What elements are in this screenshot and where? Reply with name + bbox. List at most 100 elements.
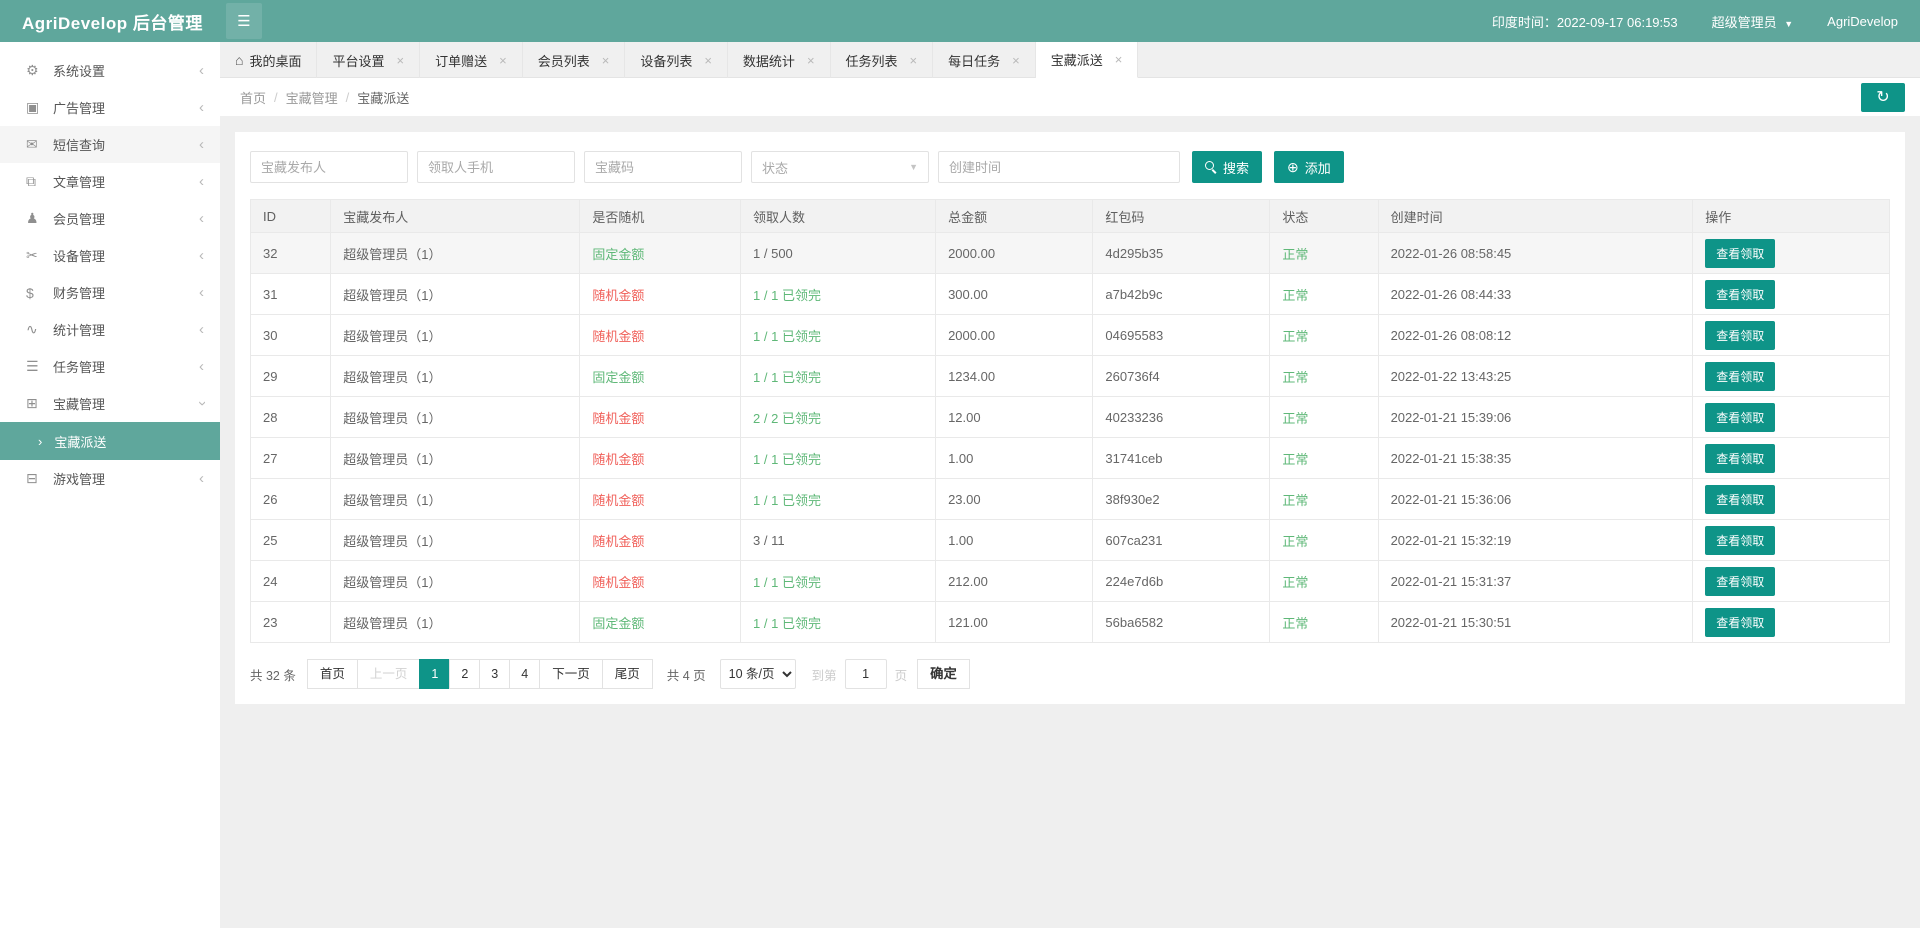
cell-publisher: 超级管理员（1） <box>330 273 581 315</box>
cell-created-time: 2022-01-26 08:58:45 <box>1377 232 1694 274</box>
brand-link[interactable]: AgriDevelop <box>1827 14 1898 29</box>
mail-icon: ✉ <box>26 136 38 152</box>
tab-label: 我的桌面 <box>249 53 302 69</box>
refresh-button[interactable]: ↻ <box>1861 82 1905 112</box>
breadcrumb-item[interactable]: 首页 <box>240 88 266 107</box>
cell-redpacket-code: a7b42b9c <box>1092 273 1271 315</box>
cell-random-type: 固定金额 <box>579 232 742 274</box>
close-icon[interactable]: × <box>704 53 712 68</box>
sidebar-item-treasure-management[interactable]: ⊞ 宝藏管理 ‹ <box>0 385 220 422</box>
close-icon[interactable]: × <box>1012 53 1020 68</box>
pager-button[interactable]: 尾页 <box>601 659 653 689</box>
sidebar-item-system-settings[interactable]: ⚙ 系统设置 ‹ <box>0 52 220 89</box>
close-icon[interactable]: × <box>910 53 918 68</box>
cell-created-time: 2022-01-26 08:08:12 <box>1377 314 1694 356</box>
close-icon[interactable]: × <box>499 53 507 68</box>
view-claims-button[interactable]: 查看领取 <box>1705 443 1776 473</box>
page-button-1: 1 <box>419 659 451 689</box>
sliders-icon: ☰ <box>26 358 39 374</box>
close-icon[interactable]: × <box>1115 52 1123 67</box>
close-icon[interactable]: × <box>397 53 405 68</box>
column-header: 状态 <box>1269 199 1379 233</box>
created-time-filter-input[interactable] <box>938 151 1180 183</box>
cell-publisher: 超级管理员（1） <box>330 232 581 274</box>
home-icon: ⌂ <box>235 52 244 68</box>
tab-device-list[interactable]: 设备列表 × <box>625 42 728 78</box>
cell-status: 正常 <box>1269 355 1379 397</box>
cell-status: 正常 <box>1269 560 1379 602</box>
sidebar-item-sms-query[interactable]: ✉ 短信查询 ‹ <box>0 126 220 163</box>
cell-total-amount: 23.00 <box>935 478 1094 520</box>
search-button[interactable]: 搜索 <box>1192 151 1263 183</box>
view-claims-button[interactable]: 查看领取 <box>1705 525 1776 555</box>
chevron-left-icon: ‹ <box>199 321 204 338</box>
view-claims-button[interactable]: 查看领取 <box>1705 484 1776 514</box>
table-row: 31 超级管理员（1） 随机金额 1 / 1 已领完 300.00 a7b42b9c 正常 2… <box>249 273 1890 315</box>
cell-total-amount: 2000.00 <box>935 314 1094 356</box>
goto-page-input[interactable] <box>844 659 887 689</box>
page-button-4[interactable]: 4 <box>509 659 541 689</box>
cell-status: 正常 <box>1269 396 1379 438</box>
breadcrumb-item[interactable]: 宝藏管理 <box>286 88 338 107</box>
sidebar-item-ad-management[interactable]: ▣ 广告管理 ‹ <box>0 89 220 126</box>
sidebar-item-game-management[interactable]: ⊟ 游戏管理 ‹ <box>0 460 220 497</box>
cell-total-amount: 1.00 <box>935 519 1094 561</box>
cell-redpacket-code: 4d295b35 <box>1092 232 1271 274</box>
cell-id: 29 <box>249 355 332 397</box>
view-claims-button[interactable]: 查看领取 <box>1705 566 1776 596</box>
cell-total-amount: 12.00 <box>935 396 1094 438</box>
cell-created-time: 2022-01-21 15:32:19 <box>1377 519 1694 561</box>
sidebar-item-article-management[interactable]: ⧉ 文章管理 ‹ <box>0 163 220 200</box>
close-icon[interactable]: × <box>602 53 610 68</box>
cell-random-type: 随机金额 <box>579 560 742 602</box>
add-button[interactable]: ⊕ 添加 <box>1274 151 1344 183</box>
tab-data-stats[interactable]: 数据统计 × <box>728 42 831 78</box>
tab-member-list[interactable]: 会员列表 × <box>523 42 626 78</box>
view-claims-button[interactable]: 查看领取 <box>1705 279 1776 309</box>
sidebar-subitem-treasure-delivery[interactable]: › 宝藏派送 <box>0 422 220 460</box>
user-dropdown[interactable]: 超级管理员 ▼ <box>1712 12 1794 31</box>
chevron-down-icon: ‹ <box>193 401 210 406</box>
tab-label: 平台设置 <box>332 53 385 69</box>
status-select[interactable]: 状态 ▼ <box>751 151 929 183</box>
publisher-filter-input[interactable] <box>250 151 408 183</box>
cell-publisher: 超级管理员（1） <box>330 519 581 561</box>
breadcrumb: 首页 / 宝藏管理 / 宝藏派送 <box>240 88 409 107</box>
cell-action: 查看领取 <box>1692 314 1890 356</box>
cell-action: 查看领取 <box>1692 519 1890 561</box>
close-icon[interactable]: × <box>807 53 815 68</box>
view-claims-button[interactable]: 查看领取 <box>1705 402 1776 432</box>
sidebar-item-member-management[interactable]: ♟ 会员管理 ‹ <box>0 200 220 237</box>
tab-label: 每日任务 <box>948 53 1001 69</box>
per-page-select[interactable]: 10 条/页 <box>719 659 796 689</box>
sidebar-item-stats-management[interactable]: ∿ 统计管理 ‹ <box>0 311 220 348</box>
cell-publisher: 超级管理员（1） <box>330 396 581 438</box>
claimer-phone-filter-input[interactable] <box>417 151 575 183</box>
confirm-button[interactable]: 确定 <box>917 659 970 689</box>
tab-daily-task[interactable]: 每日任务 × <box>933 42 1036 78</box>
sidebar-item-device-management[interactable]: ✂ 设备管理 ‹ <box>0 237 220 274</box>
page-button-3[interactable]: 3 <box>479 659 511 689</box>
table-header-row: ID 宝藏发布人 是否随机 领取人数 总金额 红包码 状态 创建时间 操作 <box>249 199 1890 233</box>
tab-treasure-delivery[interactable]: 宝藏派送 × <box>1035 42 1139 78</box>
tab-my-desktop[interactable]: ⌂ 我的桌面 <box>220 42 318 78</box>
hamburger-menu-icon[interactable]: ☰ <box>226 3 262 39</box>
tab-task-list[interactable]: 任务列表 × <box>831 42 934 78</box>
view-claims-button[interactable]: 查看领取 <box>1705 607 1776 637</box>
view-claims-button[interactable]: 查看领取 <box>1705 238 1776 268</box>
cell-status: 正常 <box>1269 232 1379 274</box>
treasure-code-filter-input[interactable] <box>584 151 742 183</box>
page-button-2[interactable]: 2 <box>449 659 481 689</box>
cell-id: 24 <box>249 560 332 602</box>
sidebar-item-finance-management[interactable]: $ 财务管理 ‹ <box>0 274 220 311</box>
tab-label: 数据统计 <box>742 53 795 69</box>
sidebar-item-task-management[interactable]: ☰ 任务管理 ‹ <box>0 348 220 385</box>
tab-order-gift[interactable]: 订单赠送 × <box>420 42 523 78</box>
tab-platform-settings[interactable]: 平台设置 × <box>317 42 421 78</box>
view-claims-button[interactable]: 查看领取 <box>1705 361 1776 391</box>
view-claims-button[interactable]: 查看领取 <box>1705 320 1776 350</box>
table-row: 27 超级管理员（1） 随机金额 1 / 1 已领完 1.00 31741ceb 正常 202… <box>249 437 1890 479</box>
server-time: 印度时间：2022-09-17 06:19:53 <box>1491 14 1678 30</box>
pager-button[interactable]: 首页 <box>306 659 358 689</box>
pager-button[interactable]: 下一页 <box>539 659 603 689</box>
